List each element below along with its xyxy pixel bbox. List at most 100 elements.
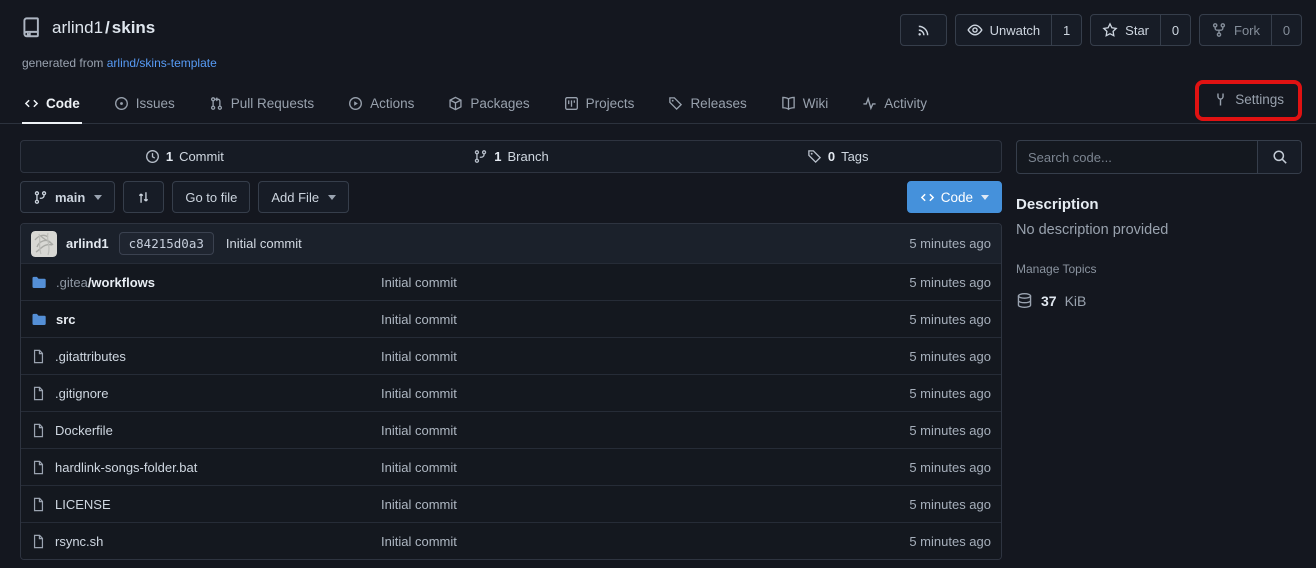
summary-count: 1 [494, 149, 501, 164]
file-commit-message[interactable]: Initial commit [381, 349, 841, 364]
file-name-link[interactable]: Dockerfile [55, 423, 113, 438]
fork-count[interactable]: 0 [1271, 15, 1301, 45]
repo-size-value: 37 [1041, 293, 1057, 309]
tab-projects[interactable]: Projects [562, 87, 637, 124]
file-name-link[interactable]: rsync.sh [55, 534, 103, 549]
file-commit-message[interactable]: Initial commit [381, 386, 841, 401]
tab-packages[interactable]: Packages [446, 87, 531, 124]
summary-branch[interactable]: 1 Branch [348, 141, 675, 172]
git-branch-icon [473, 149, 488, 164]
file-row[interactable]: src Initial commit5 minutes ago [21, 300, 1001, 337]
commit-author[interactable]: arlind1 [66, 236, 109, 251]
file-commit-message[interactable]: Initial commit [381, 423, 841, 438]
database-icon [1016, 292, 1033, 309]
rss-button[interactable] [900, 14, 947, 46]
file-commit-message[interactable]: Initial commit [381, 275, 841, 290]
tab-settings[interactable]: Settings [1211, 90, 1286, 109]
file-name-link[interactable]: .gitea/workflows [56, 275, 155, 290]
unwatch-button[interactable]: Unwatch 1 [955, 14, 1083, 46]
star-button[interactable]: Star 0 [1090, 14, 1191, 46]
code-icon [24, 96, 39, 111]
file-row[interactable]: hardlink-songs-folder.batInitial commit5… [21, 448, 1001, 485]
file-icon [31, 534, 46, 549]
branch-name: main [55, 190, 85, 205]
tab-label: Wiki [803, 96, 829, 111]
compare-button[interactable] [123, 181, 164, 213]
watch-count[interactable]: 1 [1051, 15, 1081, 45]
repo-toolbar: main Go to file Add File [20, 181, 1002, 213]
template-repo-link[interactable]: arlind/skins-template [107, 56, 217, 70]
summary-label: Branch [508, 149, 549, 164]
avatar[interactable] [31, 231, 57, 257]
file-commit-time: 5 minutes ago [841, 534, 991, 549]
file-entry: .gitattributes [31, 349, 381, 364]
tools-icon [1213, 92, 1228, 107]
file-row[interactable]: .gitignoreInitial commit5 minutes ago [21, 374, 1001, 411]
file-row[interactable]: .gitea/workflows Initial commit5 minutes … [21, 263, 1001, 300]
tab-label: Projects [586, 96, 635, 111]
file-name-link[interactable]: .gitattributes [55, 349, 126, 364]
file-row[interactable]: DockerfileInitial commit5 minutes ago [21, 411, 1001, 448]
file-commit-message[interactable]: Initial commit [381, 534, 841, 549]
pulse-icon [862, 96, 877, 111]
file-name-link[interactable]: src [56, 312, 76, 327]
file-entry: LICENSE [31, 497, 381, 512]
commit-message[interactable]: Initial commit [226, 236, 302, 251]
star-count[interactable]: 0 [1160, 15, 1190, 45]
file-commit-time: 5 minutes ago [841, 275, 991, 290]
tab-label: Issues [136, 96, 175, 111]
tab-activity[interactable]: Activity [860, 87, 929, 124]
file-row[interactable]: .gitattributesInitial commit5 minutes ag… [21, 337, 1001, 374]
summary-bar: 1 Commit 1 Branch 0Tags [20, 140, 1002, 173]
tab-issues[interactable]: Issues [112, 87, 177, 124]
summary-count: 1 [166, 149, 173, 164]
tab-label: Releases [690, 96, 746, 111]
file-row[interactable]: LICENSE Initial commit5 minutes ago [21, 485, 1001, 522]
file-name-link[interactable]: LICENSE [55, 497, 111, 512]
add-file-button[interactable]: Add File [258, 181, 349, 213]
repo-name-link[interactable]: skins [112, 18, 155, 37]
commit-time: 5 minutes ago [909, 236, 991, 251]
code-icon [920, 190, 935, 205]
rss-icon [916, 23, 931, 38]
file-commit-message[interactable]: Initial commit [381, 460, 841, 475]
pull-request-icon [209, 96, 224, 111]
branch-selector[interactable]: main [20, 181, 115, 213]
clock-icon [145, 149, 160, 164]
tab-actions[interactable]: Actions [346, 87, 416, 124]
goto-file-button[interactable]: Go to file [172, 181, 250, 213]
file-icon [31, 497, 46, 512]
latest-commit-row: arlind1 c84215d0a3 Initial commit 5 minu… [21, 224, 1001, 263]
fork-button[interactable]: Fork 0 [1199, 14, 1302, 46]
file-row[interactable]: rsync.sh Initial commit5 minutes ago [21, 522, 1001, 559]
search-button[interactable] [1257, 141, 1301, 173]
commit-hash[interactable]: c84215d0a3 [119, 232, 214, 255]
search-icon [1272, 149, 1288, 165]
file-name-link[interactable]: hardlink-songs-folder.bat [55, 460, 197, 475]
file-commit-message[interactable]: Initial commit [381, 497, 841, 512]
summary-tags[interactable]: 0Tags [674, 141, 1001, 172]
repo-size: 37 KiB [1016, 292, 1302, 309]
manage-topics-link[interactable]: Manage Topics [1016, 262, 1302, 276]
code-download-button[interactable]: Code [907, 181, 1002, 213]
repo-owner-link[interactable]: arlind1 [52, 18, 103, 37]
file-commit-message[interactable]: Initial commit [381, 312, 841, 327]
tag-icon [668, 96, 683, 111]
tab-pull-requests[interactable]: Pull Requests [207, 87, 316, 124]
tab-code[interactable]: Code [22, 87, 82, 124]
summary-label: Commit [179, 149, 224, 164]
package-icon [448, 96, 463, 111]
git-branch-icon [33, 190, 48, 205]
summary-commit[interactable]: 1 Commit [21, 141, 348, 172]
tab-wiki[interactable]: Wiki [779, 87, 831, 124]
play-circle-icon [348, 96, 363, 111]
repo-main: 1 Commit 1 Branch 0Tags main [20, 140, 1002, 560]
search-input[interactable] [1017, 141, 1257, 173]
file-commit-time: 5 minutes ago [841, 312, 991, 327]
tab-releases[interactable]: Releases [666, 87, 748, 124]
file-icon [31, 386, 46, 401]
file-icon [31, 349, 46, 364]
file-icon [31, 460, 46, 475]
file-name-link[interactable]: .gitignore [55, 386, 108, 401]
file-commit-time: 5 minutes ago [841, 497, 991, 512]
